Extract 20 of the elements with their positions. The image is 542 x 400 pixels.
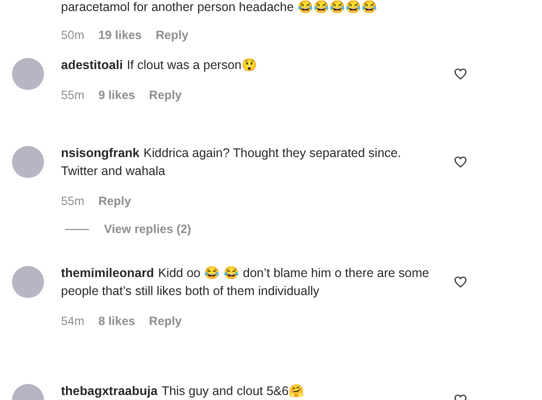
comment-time: 55m: [61, 194, 84, 208]
comment-time: 55m: [61, 88, 84, 102]
comment-text: nsisongfrank Kiddrica again? Thought they separated since. Twitter and wahala: [61, 145, 402, 180]
heart-icon[interactable]: [454, 68, 467, 80]
comment-text: paracetamol for another person headache 😂😂😂😂😂: [61, 0, 378, 14]
view-replies-button[interactable]: View replies (2): [104, 222, 192, 236]
comment-time: 54m: [61, 314, 84, 328]
heart-icon[interactable]: [454, 276, 467, 288]
likes-count[interactable]: 8 likes: [98, 314, 136, 328]
heart-icon[interactable]: [454, 156, 467, 168]
reply-button[interactable]: Reply: [156, 28, 188, 42]
reply-button[interactable]: Reply: [98, 194, 132, 208]
comment-text: themimileonard Kidd oo 😂 😂 don’t blame him o there are some people that’s still likes both of them individually: [61, 265, 430, 300]
comment-text: adestitoali If clout was a person😲: [61, 57, 258, 74]
likes-count[interactable]: 19 likes: [98, 28, 142, 42]
comment-time: 50m: [61, 28, 84, 42]
reply-button[interactable]: Reply: [149, 88, 182, 102]
reply-button[interactable]: Reply: [149, 314, 182, 328]
likes-count[interactable]: 9 likes: [98, 88, 136, 102]
comment-text: thebagxtraabuja This guy and clout 5&6🤗: [61, 383, 306, 400]
